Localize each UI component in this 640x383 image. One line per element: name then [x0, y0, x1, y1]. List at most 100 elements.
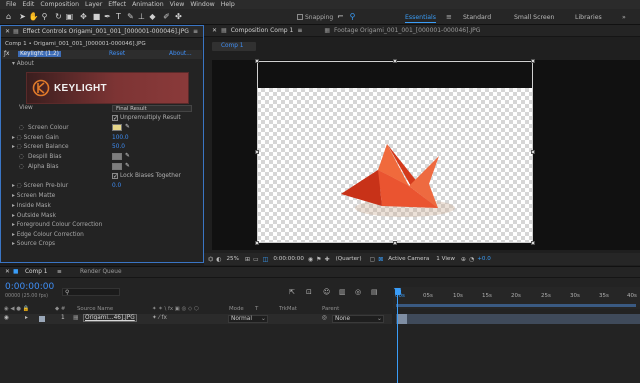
layer-duration-bar[interactable] — [396, 314, 640, 324]
clone-stamp-tool-icon[interactable]: ⊥ — [137, 12, 146, 21]
more-workspaces-icon[interactable]: » — [622, 14, 626, 21]
panel-menu-icon[interactable]: ≡ — [57, 269, 62, 275]
hand-tool-icon[interactable]: ✋ — [29, 12, 39, 21]
transform-handle[interactable] — [393, 59, 397, 63]
transform-handle[interactable] — [393, 241, 397, 245]
despill-bias-swatch[interactable] — [112, 153, 122, 160]
pan-behind-tool-icon[interactable]: ✥ — [79, 12, 88, 21]
view-options-icon[interactable]: ⊕ — [461, 256, 466, 263]
always-preview-icon[interactable]: ⏣ — [208, 256, 213, 263]
blend-mode-dropdown[interactable]: Normal ⌄ — [228, 315, 268, 323]
snap-icon[interactable]: ⌐ — [336, 12, 345, 21]
snapping-checkbox[interactable] — [297, 14, 303, 20]
time-ruler[interactable]: 00s 05s 10s 15s 20s 25s 30s 35s 40s — [393, 287, 640, 309]
rectangle-tool-icon[interactable]: ■ — [92, 12, 101, 21]
alpha-stopwatch-icon[interactable]: ◌ — [19, 164, 24, 170]
menu-effect[interactable]: Effect — [108, 1, 126, 8]
composition-tab[interactable]: Composition Comp 1 — [231, 27, 294, 34]
layer-in-point[interactable] — [398, 314, 407, 324]
screen-preblur-value[interactable]: 0.0 — [112, 183, 121, 189]
effect-name[interactable]: Keylight (1.2) — [18, 51, 61, 57]
menu-help[interactable]: Help — [221, 1, 235, 8]
menu-view[interactable]: View — [170, 1, 185, 8]
trkmat-header[interactable]: TrkMat — [279, 306, 297, 312]
pen-tool-icon[interactable]: ✒ — [103, 12, 112, 21]
effect-enable-icon[interactable]: ƒx — [4, 51, 9, 57]
brush-tool-icon[interactable]: ✎ — [126, 12, 135, 21]
unpremultiply-checkbox[interactable]: ✓ — [112, 115, 118, 122]
home-icon[interactable]: ⌂ — [4, 12, 13, 21]
group-edge-colour-correction[interactable]: ▸ Edge Colour Correction — [12, 232, 84, 238]
about-link[interactable]: About... — [169, 51, 192, 57]
grid-icon[interactable]: ⊞ — [245, 256, 250, 263]
layer-search-input[interactable]: ⚲ — [62, 288, 120, 296]
alpha-bias-swatch[interactable] — [112, 163, 122, 170]
screen-gain-row[interactable]: ▸ ◌ Screen Gain — [12, 135, 59, 141]
lock-icon[interactable]: ▦ — [324, 27, 330, 34]
transform-handle[interactable] — [531, 59, 535, 63]
transparency-grid-icon[interactable]: ⊠ — [378, 256, 383, 263]
screen-balance-row[interactable]: ▸ ◌ Screen Balance — [12, 144, 69, 150]
workspace-small-screen[interactable]: Small Screen — [514, 14, 554, 21]
mode-header[interactable]: Mode — [229, 306, 244, 312]
source-name-header[interactable]: Source Name — [77, 306, 113, 312]
zoom-dropdown[interactable]: 25% — [227, 256, 239, 262]
layer-switches[interactable]: ✦ ⁄ fx — [152, 315, 167, 321]
group-source-crops[interactable]: ▸ Source Crops — [12, 241, 55, 247]
lock-icon[interactable]: ▦ — [221, 27, 227, 34]
roi-icon[interactable]: ▢ — [370, 256, 376, 263]
comp-flowchart-icon[interactable]: ⇱ — [289, 288, 295, 296]
channel-icon[interactable]: ✚ — [325, 256, 330, 263]
comp-subtab[interactable]: Comp 1 — [212, 42, 256, 51]
timeline-timecode[interactable]: 0:00:00:00 — [5, 282, 54, 292]
label-color-swatch[interactable] — [39, 316, 45, 322]
alpha-eyedropper-icon[interactable]: ✎ — [125, 163, 130, 169]
workspace-standard[interactable]: Standard — [463, 14, 491, 21]
visibility-eye-icon[interactable]: ◉ — [4, 315, 9, 321]
group-inside-mask[interactable]: ▸ Inside Mask — [12, 203, 51, 209]
parent-header[interactable]: Parent — [322, 306, 339, 312]
transform-handle[interactable] — [255, 59, 259, 63]
expand-layer-icon[interactable]: ▸ — [25, 315, 28, 321]
screen-colour-swatch[interactable] — [112, 124, 122, 131]
transform-handle[interactable] — [531, 241, 535, 245]
despill-stopwatch-icon[interactable]: ◌ — [19, 154, 24, 160]
exposure-value[interactable]: +0.0 — [477, 256, 491, 262]
group-foreground-colour-correction[interactable]: ▸ Foreground Colour Correction — [12, 222, 102, 228]
stopwatch-icon[interactable]: ◌ — [19, 125, 24, 131]
views-dropdown[interactable]: 1 View — [436, 256, 455, 262]
snapshot-icon[interactable]: ◉ — [308, 256, 313, 263]
frame-blend-icon[interactable]: ▥ — [339, 288, 346, 296]
camera-tool-icon[interactable]: ▣ — [65, 12, 74, 21]
menu-animation[interactable]: Animation — [132, 1, 164, 8]
fast-preview-icon[interactable]: ◫ — [263, 256, 269, 263]
workspace-essentials[interactable]: Essentials — [405, 14, 436, 23]
reset-link[interactable]: Reset — [109, 51, 125, 57]
screen-balance-value[interactable]: 50.0 — [112, 144, 125, 150]
workspace-libraries[interactable]: Libraries — [575, 14, 602, 21]
despill-eyedropper-icon[interactable]: ✎ — [125, 153, 130, 159]
layer-row[interactable]: ◉ ▸ 1 ▦ Origami...46].JPG ✦ ⁄ fx Normal … — [0, 314, 392, 324]
about-section[interactable]: ▾ About — [12, 61, 34, 67]
rotate-tool-icon[interactable]: ↻ — [54, 12, 63, 21]
transform-handle[interactable] — [255, 241, 259, 245]
panel-menu-icon[interactable]: ≡ — [193, 28, 198, 35]
reset-exposure-icon[interactable]: ◔ — [469, 256, 474, 263]
render-queue-tab[interactable]: Render Queue — [80, 269, 122, 275]
draft-3d-icon[interactable]: ⊡ — [306, 288, 312, 296]
viewer-timecode[interactable]: 0:00:00:00 — [273, 256, 304, 262]
menu-composition[interactable]: Composition — [40, 1, 79, 8]
playhead-line[interactable] — [397, 289, 398, 383]
screen-preblur-row[interactable]: ▸ ◌ Screen Pre-blur — [12, 183, 68, 189]
render-icon[interactable]: ◐ — [216, 256, 221, 263]
roto-brush-tool-icon[interactable]: ✐ — [162, 12, 171, 21]
puppet-pin-tool-icon[interactable]: ✤ — [174, 12, 183, 21]
menu-layer[interactable]: Layer — [85, 1, 102, 8]
zoom-tool-icon[interactable]: ⚲ — [40, 12, 49, 21]
region-icon[interactable]: ▭ — [253, 256, 259, 263]
search-icon[interactable]: ⚲ — [348, 12, 357, 21]
screen-gain-value[interactable]: 100.0 — [112, 135, 129, 141]
motion-blur-icon[interactable]: ◎ — [355, 288, 361, 296]
work-area-bar[interactable] — [396, 304, 636, 307]
menu-edit[interactable]: Edit — [22, 1, 34, 8]
